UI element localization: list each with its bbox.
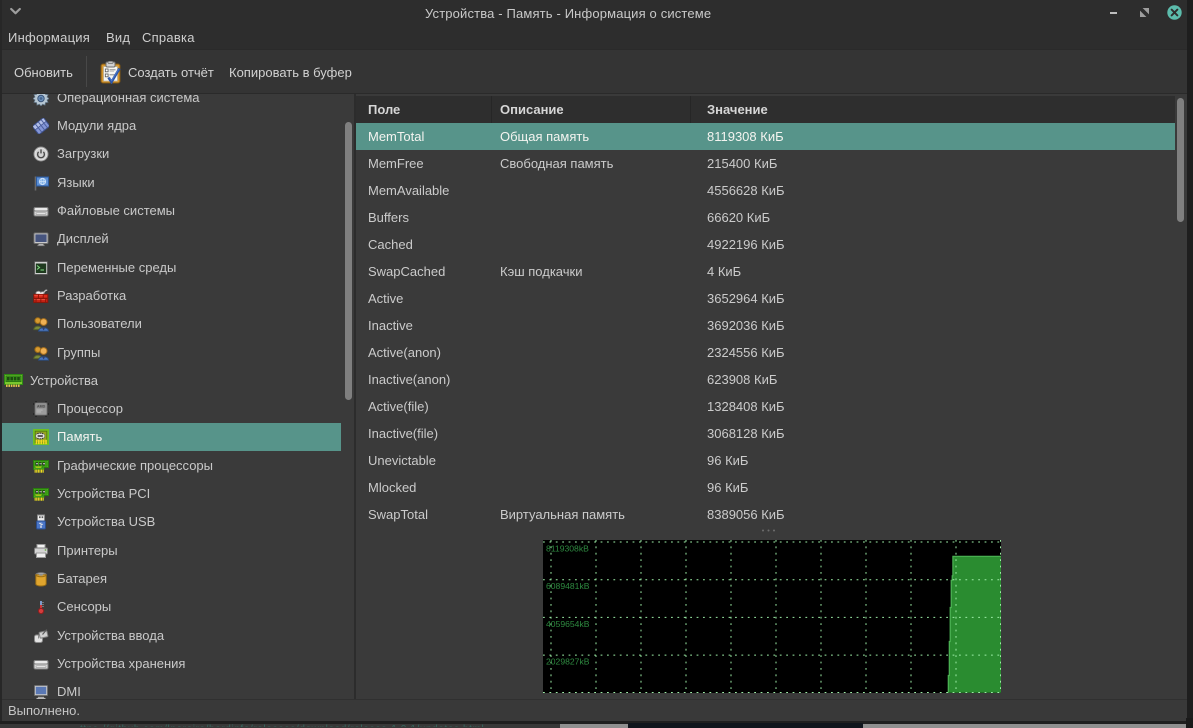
svg-text:4059654kB: 4059654kB — [546, 619, 590, 629]
svg-text:8119308kB: 8119308kB — [546, 544, 589, 554]
svg-text:AMD: AMD — [37, 404, 46, 408]
svg-text:6089481kB: 6089481kB — [546, 581, 590, 591]
svg-text:2029827kB: 2029827kB — [546, 657, 590, 667]
